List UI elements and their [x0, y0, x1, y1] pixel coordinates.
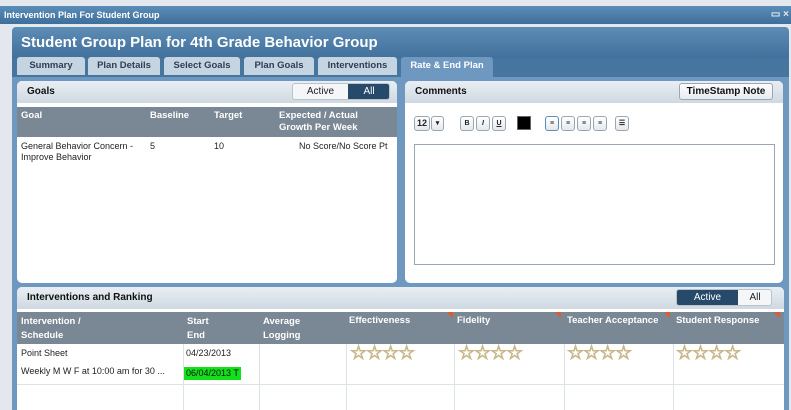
col-divider — [673, 344, 674, 410]
tab-select-goals[interactable]: Select Goals — [164, 57, 240, 75]
student-response-sort-icon[interactable] — [774, 312, 780, 318]
col-start-end[interactable]: Start End — [187, 315, 227, 343]
row-divider — [17, 384, 784, 385]
bullet-list-icon[interactable]: ☰ — [615, 116, 629, 131]
col-teacher-acceptance[interactable]: Teacher Acceptance — [567, 315, 658, 326]
window-title: Intervention Plan For Student Group — [4, 10, 160, 20]
intervention-end-date: 06/04/2013 T — [184, 367, 241, 380]
intervention-schedule: Weekly M W F at 10:00 am for 30 ... — [21, 366, 165, 376]
align-left-icon[interactable]: ≡ — [545, 116, 559, 131]
italic-button[interactable]: I — [476, 116, 490, 131]
font-size-select[interactable]: 12 — [414, 116, 430, 131]
teacher-acceptance-rating[interactable]: ☆☆☆☆ — [566, 343, 632, 365]
bold-button[interactable]: B — [460, 116, 474, 131]
col-divider — [346, 344, 347, 410]
col-average-logging[interactable]: Average Logging — [263, 315, 323, 343]
interventions-title: Interventions and Ranking — [17, 287, 784, 309]
tab-interventions[interactable]: Interventions — [318, 57, 397, 75]
goals-filter-all[interactable]: All — [348, 84, 389, 99]
col-divider — [259, 344, 260, 410]
goals-filter-active[interactable]: Active — [293, 84, 348, 99]
effectiveness-sort-icon[interactable] — [447, 312, 453, 318]
student-response-rating[interactable]: ☆☆☆☆ — [675, 343, 741, 365]
interventions-filter-all[interactable]: All — [738, 290, 771, 305]
goal-growth: No Score/No Score Pt — [299, 141, 388, 151]
col-effectiveness[interactable]: Effectiveness — [349, 315, 410, 326]
window-titlebar: Intervention Plan For Student Group ▭ × — [0, 6, 791, 24]
interventions-filter-toggle: Active All — [676, 289, 772, 306]
intervention-start: 04/23/2013 — [186, 348, 232, 358]
teacher-acceptance-sort-icon[interactable] — [664, 312, 670, 318]
col-baseline[interactable]: Baseline — [150, 110, 189, 121]
comments-editor[interactable] — [414, 144, 775, 265]
interventions-filter-active[interactable]: Active — [677, 290, 738, 305]
align-justify-icon[interactable]: ≡ — [593, 116, 607, 131]
tab-plan-goals[interactable]: Plan Goals — [244, 57, 314, 75]
tab-rate-end-plan[interactable]: Rate & End Plan — [401, 57, 493, 77]
intervention-name[interactable]: Point Sheet — [21, 348, 68, 359]
goals-panel: Goals Active All Goal Baseline Target Ex… — [17, 81, 397, 283]
window-controls-icon[interactable]: ▭ × — [771, 7, 789, 23]
underline-button[interactable]: U — [492, 116, 506, 131]
align-right-icon[interactable]: ≡ — [577, 116, 591, 131]
col-target[interactable]: Target — [214, 110, 242, 121]
chevron-down-icon[interactable]: ▾ — [431, 116, 444, 131]
timestamp-note-button[interactable]: TimeStamp Note — [679, 83, 773, 100]
tab-summary[interactable]: Summary — [17, 57, 85, 75]
intervention-plan-window: Intervention Plan For Student Group ▭ × … — [0, 0, 791, 410]
tab-plan-details[interactable]: Plan Details — [88, 57, 160, 75]
col-fidelity[interactable]: Fidelity — [457, 315, 490, 326]
goal-target: 10 — [214, 141, 225, 151]
goal-baseline: 5 — [150, 141, 156, 151]
page-title: Student Group Plan for 4th Grade Behavio… — [12, 27, 789, 58]
fidelity-rating[interactable]: ☆☆☆☆ — [457, 343, 523, 365]
col-goal[interactable]: Goal — [21, 110, 42, 121]
fidelity-sort-icon[interactable] — [555, 312, 561, 318]
goals-table-header: Goal Baseline Target Expected / Actual G… — [17, 107, 397, 137]
col-divider — [454, 344, 455, 410]
text-color-swatch[interactable] — [517, 116, 531, 130]
col-growth[interactable]: Expected / Actual Growth Per Week — [279, 110, 379, 134]
col-divider — [564, 344, 565, 410]
col-intervention-schedule[interactable]: Intervention / Schedule — [21, 315, 111, 343]
goal-name[interactable]: General Behavior Concern - Improve Behav… — [21, 141, 149, 163]
effectiveness-rating[interactable]: ☆☆☆☆ — [349, 343, 415, 365]
interventions-table-header: Intervention / Schedule Start End Averag… — [17, 312, 784, 344]
col-student-response[interactable]: Student Response — [676, 315, 759, 326]
goals-filter-toggle: Active All — [292, 83, 390, 100]
align-center-icon[interactable]: ≡ — [561, 116, 575, 131]
